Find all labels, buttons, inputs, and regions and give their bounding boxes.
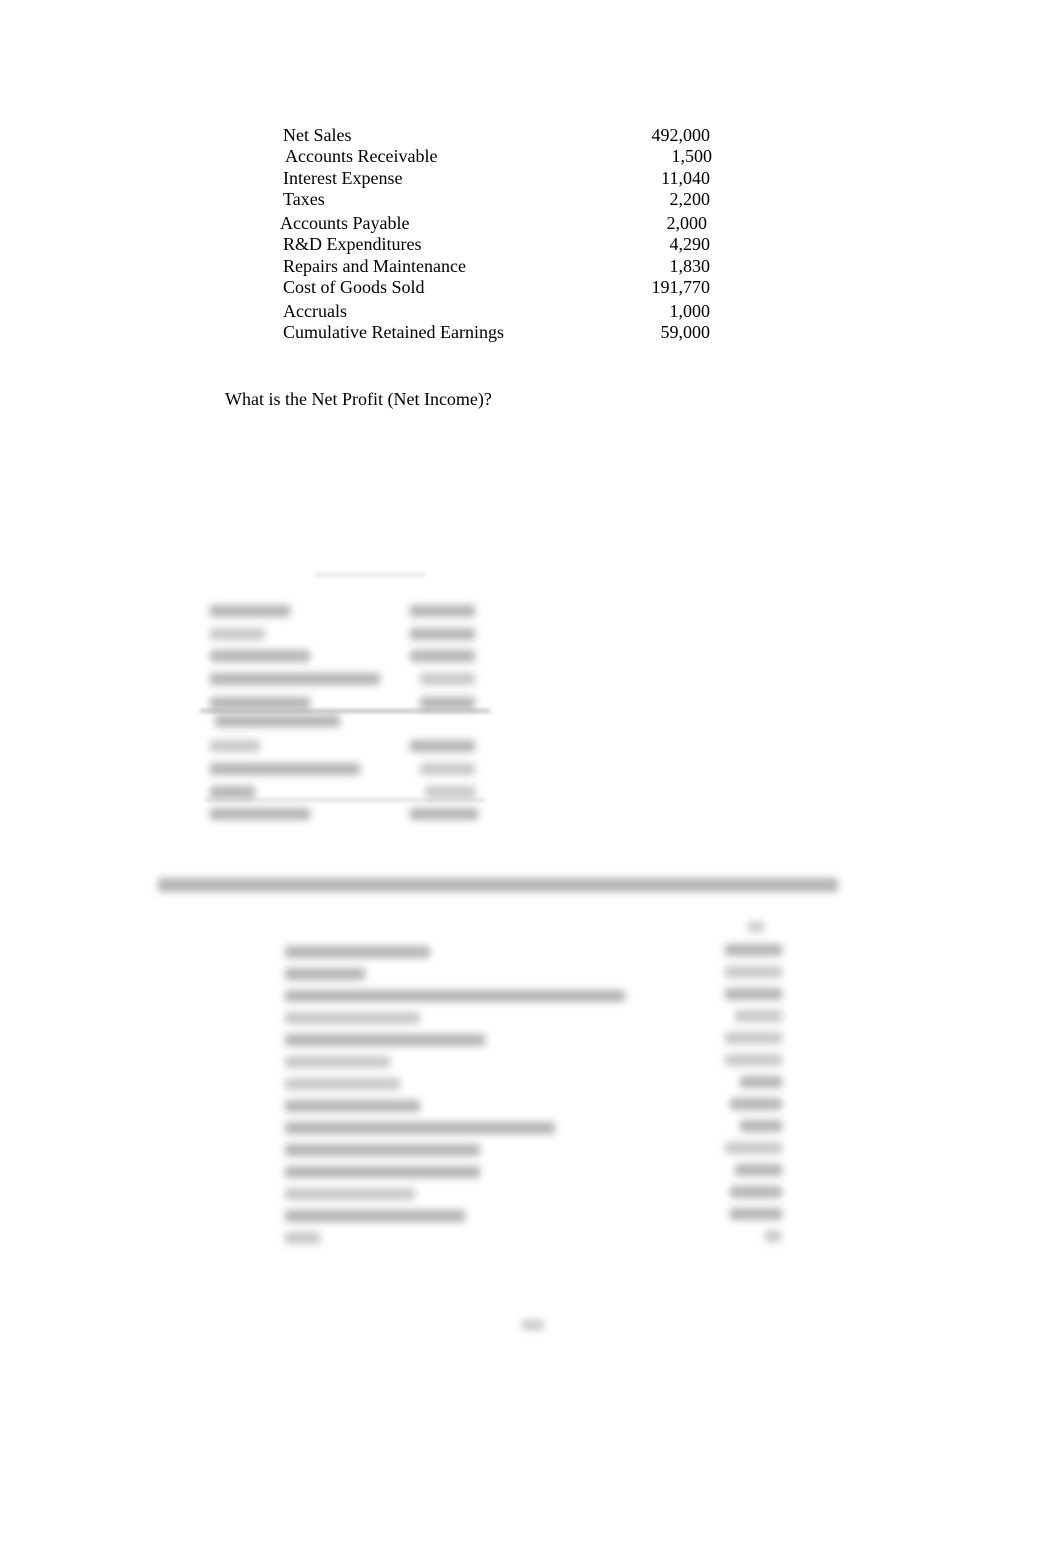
item-label: Repairs and Maintenance: [283, 256, 466, 276]
item-label: Taxes: [283, 189, 325, 209]
item-value: 59,000: [660, 322, 711, 342]
question-text: What is the Net Profit (Net Income)?: [225, 389, 492, 409]
item-label: Accounts Receivable: [285, 146, 438, 166]
item-label: Interest Expense: [283, 168, 403, 188]
item-value: 1,830: [669, 256, 711, 276]
item-label: Accruals: [283, 301, 347, 321]
item-value: 1,500: [671, 146, 713, 166]
item-label: Net Sales: [283, 125, 352, 145]
item-value: 4,290: [669, 234, 711, 254]
item-value: 191,770: [651, 277, 711, 297]
item-label: Cumulative Retained Earnings: [283, 322, 504, 342]
item-label: R&D Expenditures: [283, 234, 422, 254]
item-value: 2,200: [669, 189, 711, 209]
item-value: 1,000: [669, 301, 711, 321]
item-value: 492,000: [651, 125, 711, 145]
item-value: 2,000: [666, 213, 708, 233]
item-value: 11,040: [661, 168, 710, 188]
item-label: Accounts Payable: [280, 213, 410, 233]
item-label: Cost of Goods Sold: [283, 277, 425, 297]
